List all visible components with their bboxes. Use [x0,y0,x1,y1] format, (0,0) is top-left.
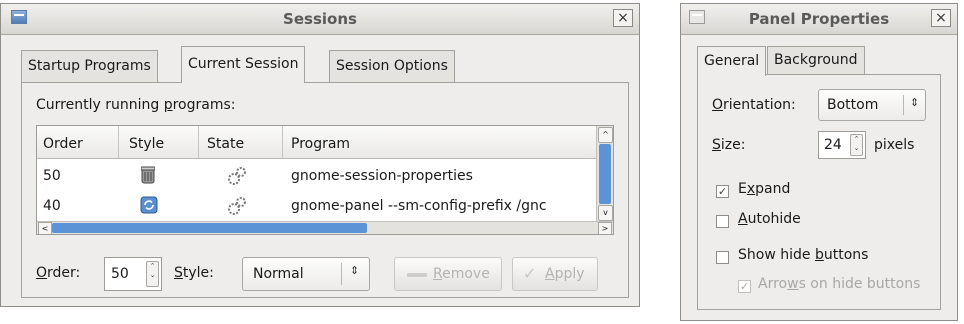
remove-icon [407,273,427,277]
order-spinner[interactable]: 50 ⌃ ⌄ [104,257,162,291]
trash-icon [140,166,156,184]
tab-current-session[interactable]: Current Session [181,46,306,83]
panel-titlebar[interactable]: Panel Properties × [681,4,957,35]
remove-button[interactable]: Remove [394,257,502,291]
gears-icon [227,166,247,186]
updown-icon: ⇕ [350,264,360,277]
column-header-order[interactable]: Order [37,126,119,159]
panel-properties-window: Panel Properties × General Background Or… [680,3,958,321]
orientation-label: Orientation: [712,97,796,113]
tab-startup-programs[interactable]: Startup Programs [21,50,158,82]
scroll-left-icon[interactable]: < [38,222,52,234]
refresh-icon [140,196,158,214]
show-hide-buttons-checkbox[interactable] [716,251,729,264]
tab-general[interactable]: General [697,46,767,76]
table-row[interactable]: 50 gnome-session-properties [37,160,597,192]
column-header-style[interactable]: Style [119,126,199,159]
checkmark-icon: ✓ [523,264,537,283]
spin-arrows-icon[interactable]: ⌃ ⌄ [850,134,863,156]
order-label: Order: [36,265,81,281]
scroll-right-icon[interactable]: > [598,222,612,234]
window-title: Panel Properties [748,10,890,28]
size-spinner[interactable]: 24 ⌃ ⌄ [818,131,866,159]
close-button[interactable]: × [931,9,951,27]
expand-label[interactable]: Expand [738,181,790,197]
updown-icon: ⇕ [910,96,920,109]
current-session-panel: Currently running programs: Order Style … [21,82,629,298]
table-row[interactable]: 40 gnome-panel --sm-config-prefix /gnc [37,192,597,222]
horizontal-scrollbar[interactable]: < > [37,221,613,234]
row-order: 40 [43,198,61,214]
expand-checkbox[interactable]: ✓ [716,185,729,198]
style-combo[interactable]: Normal ⇕ [242,257,370,291]
gears-icon [227,196,247,216]
size-value: 24 [824,137,842,153]
size-label: Size: [712,137,746,153]
scroll-down-icon[interactable]: v [598,205,613,221]
scroll-up-icon[interactable]: ^ [598,127,613,143]
window-title: Sessions [283,10,357,28]
running-programs-label: Currently running programs: [36,97,236,113]
style-label: Style: [174,265,214,281]
autohide-label[interactable]: Autohide [738,211,801,227]
tab-session-options[interactable]: Session Options [329,50,455,82]
vertical-scroll-thumb[interactable] [599,144,611,204]
horizontal-scroll-thumb[interactable] [52,223,367,233]
arrows-on-hide-buttons-checkbox[interactable]: ✓ [738,280,751,293]
autohide-checkbox[interactable] [716,215,729,228]
row-order: 50 [43,168,61,184]
show-hide-buttons-label[interactable]: Show hide buttons [738,247,868,263]
column-header-program[interactable]: Program [283,126,597,159]
row-program: gnome-session-properties [291,168,473,184]
row-program: gnome-panel --sm-config-prefix /gnc [291,198,547,214]
column-header-state[interactable]: State [199,126,283,159]
size-unit: pixels [874,137,915,153]
spin-arrows-icon[interactable]: ⌃ ⌄ [146,261,159,287]
apply-button[interactable]: ✓ Apply [512,257,598,291]
close-button[interactable]: × [613,9,633,27]
general-panel: Orientation: Bottom ⇕ Size: 24 ⌃ ⌄ pixels… [697,74,941,310]
style-value: Normal [253,266,304,282]
tab-background[interactable]: Background [767,46,865,74]
vertical-scrollbar[interactable]: ^ v [596,126,613,222]
orientation-combo[interactable]: Bottom ⇕ [818,89,926,121]
program-list: Order Style State Program 50 gnome-sessi… [36,125,614,235]
arrows-on-hide-buttons-label[interactable]: Arrows on hide buttons [758,276,920,292]
sessions-window: Sessions × Startup Programs Current Sess… [0,3,640,307]
orientation-value: Bottom [827,97,879,113]
sessions-titlebar[interactable]: Sessions × [1,4,639,35]
order-value: 50 [111,266,129,282]
